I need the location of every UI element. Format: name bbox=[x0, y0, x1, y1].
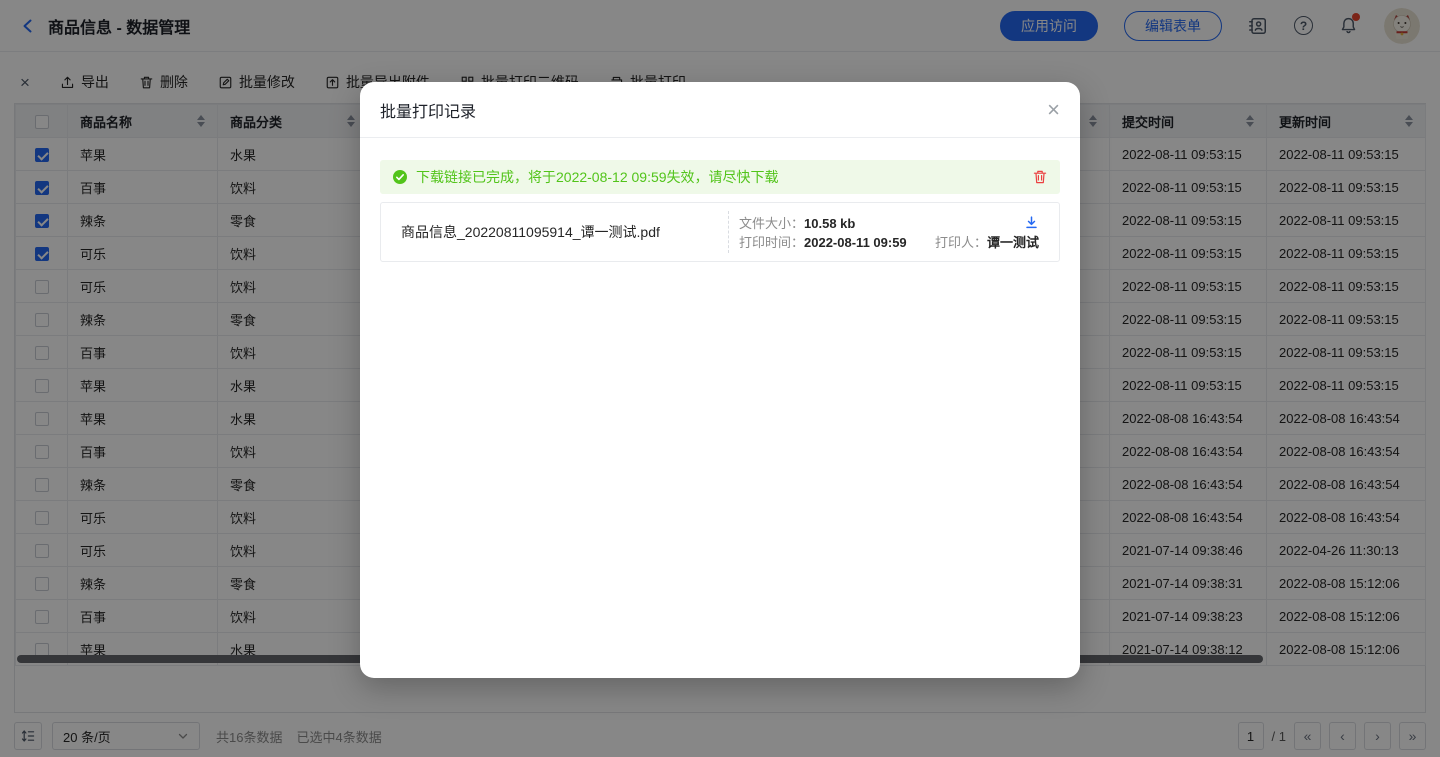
download-button[interactable] bbox=[1024, 215, 1039, 230]
success-check-icon bbox=[392, 169, 408, 185]
success-banner: 下载链接已完成，将于2022-08-12 09:59失效，请尽快下载 bbox=[380, 160, 1060, 194]
modal-title: 批量打印记录 bbox=[380, 98, 476, 122]
modal-close-button[interactable]: × bbox=[1047, 99, 1060, 121]
download-icon bbox=[1024, 215, 1039, 230]
modal-header: 批量打印记录 × bbox=[360, 82, 1080, 138]
print-record-card: 商品信息_20220811095914_谭一测试.pdf 文件大小：10.58 … bbox=[380, 202, 1060, 262]
printed-by-value: 谭一测试 bbox=[987, 235, 1039, 250]
success-banner-text: 下载链接已完成，将于2022-08-12 09:59失效，请尽快下载 bbox=[416, 167, 779, 187]
file-size-label: 文件大小： bbox=[739, 216, 804, 231]
file-size-value: 10.58 kb bbox=[804, 216, 855, 231]
delete-record-button[interactable] bbox=[1032, 169, 1048, 185]
file-name: 商品信息_20220811095914_谭一测试.pdf bbox=[381, 203, 728, 261]
print-time-label: 打印时间： bbox=[739, 235, 804, 250]
printed-by-label: 打印人： bbox=[935, 235, 987, 250]
print-time-value: 2022-08-11 09:59 bbox=[804, 235, 907, 250]
trash-icon bbox=[1032, 169, 1048, 185]
batch-print-records-modal: 批量打印记录 × 下载链接已完成，将于2022-08-12 09:59失效，请尽… bbox=[360, 82, 1080, 678]
file-meta: 文件大小：10.58 kb 打印时间：2022-08-11 09:59 打印人：… bbox=[728, 211, 1059, 253]
modal-body: 下载链接已完成，将于2022-08-12 09:59失效，请尽快下载 商品信息_… bbox=[360, 138, 1080, 284]
